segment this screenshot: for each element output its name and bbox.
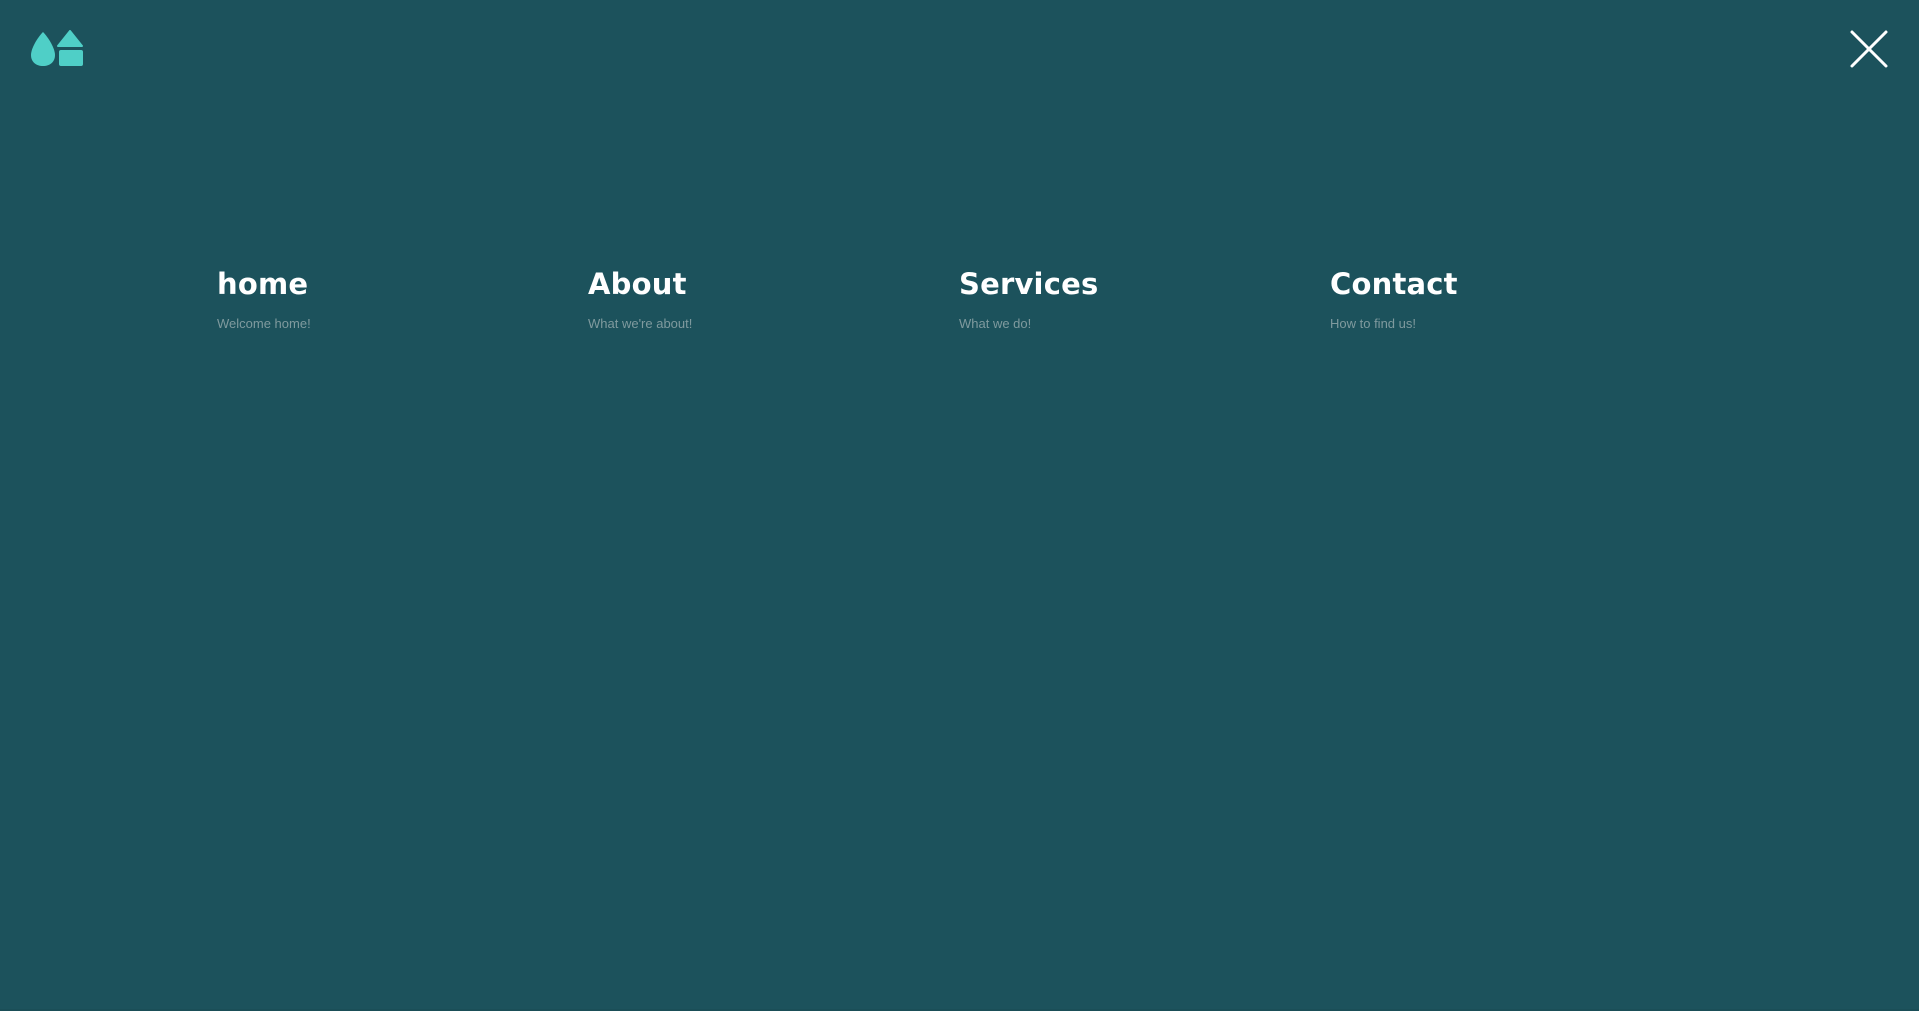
menu-overlay: home Welcome home! About What we're abou… bbox=[0, 0, 1919, 1011]
menu-item-title[interactable]: Services bbox=[959, 264, 1299, 304]
menu-item-subtitle: How to find us! bbox=[1330, 316, 1416, 331]
menu-item-home[interactable]: home Welcome home! bbox=[217, 264, 557, 332]
menu-item-title[interactable]: About bbox=[588, 264, 928, 304]
brand-logo-icon[interactable] bbox=[30, 30, 84, 68]
menu-item-subtitle: What we're about! bbox=[588, 316, 693, 331]
menu-item-about[interactable]: About What we're about! bbox=[588, 264, 928, 332]
main-menu: home Welcome home! About What we're abou… bbox=[217, 264, 1717, 354]
menu-item-title[interactable]: Contact bbox=[1330, 264, 1670, 304]
menu-item-services[interactable]: Services What we do! bbox=[959, 264, 1299, 332]
menu-item-contact[interactable]: Contact How to find us! bbox=[1330, 264, 1670, 332]
menu-item-subtitle: Welcome home! bbox=[217, 316, 311, 331]
close-icon bbox=[1850, 30, 1888, 68]
menu-item-title[interactable]: home bbox=[217, 264, 557, 304]
menu-item-subtitle: What we do! bbox=[959, 316, 1032, 331]
close-button[interactable] bbox=[1848, 28, 1890, 70]
